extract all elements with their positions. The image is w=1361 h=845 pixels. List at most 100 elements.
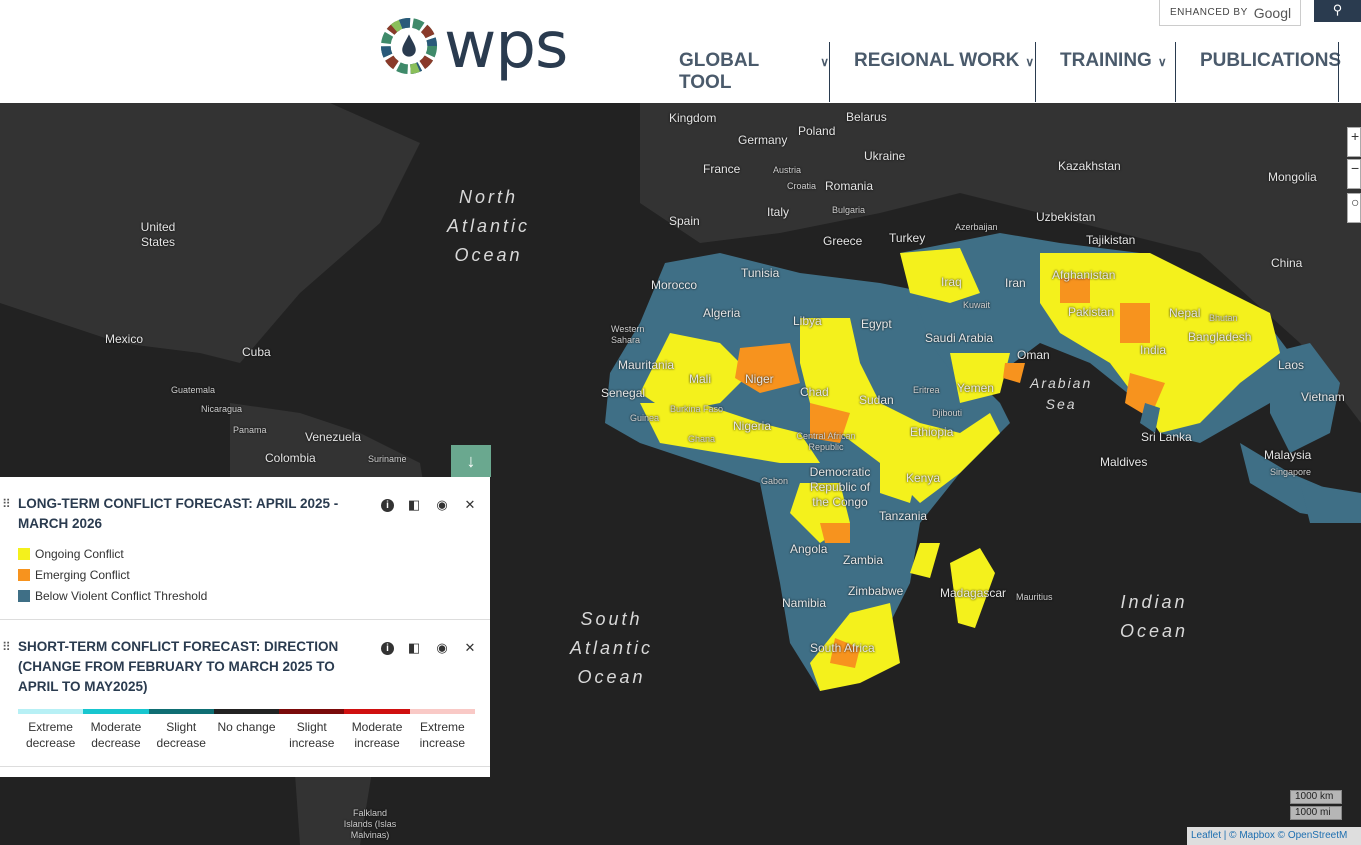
country-label: Maldives	[1100, 455, 1148, 469]
country-label: Kenya	[906, 471, 941, 485]
legend-layer-long-term: ⠿ LONG-TERM CONFLICT FORECAST: APRIL 202…	[0, 477, 490, 620]
country-label: Angola	[790, 542, 828, 556]
country-label: Iran	[1005, 276, 1026, 290]
country-label: Malaysia	[1264, 448, 1312, 462]
nav-label: GLOBAL TOOL	[679, 50, 759, 93]
country-label: Bhutan	[1209, 313, 1238, 323]
country-label: Singapore	[1270, 467, 1312, 477]
opacity-icon[interactable]: ◧	[406, 640, 422, 656]
color-segment	[83, 709, 149, 714]
country-label: Yemen	[957, 381, 994, 395]
collapse-legend-button[interactable]: ↓	[451, 445, 491, 477]
drag-handle-icon[interactable]: ⠿	[2, 641, 11, 653]
nav-global-tool[interactable]: GLOBAL TOOL ∨	[679, 42, 829, 102]
country-label: Guinea	[630, 413, 660, 423]
country-label: Pakistan	[1068, 305, 1115, 319]
country-label: Austria	[773, 165, 802, 175]
color-segment	[148, 709, 214, 714]
close-icon[interactable]: ✕	[462, 640, 478, 656]
country-label: Croatia	[787, 181, 817, 191]
country-label: Sudan	[859, 393, 894, 407]
country-label: Zambia	[843, 553, 884, 567]
country-label: Senegal	[601, 386, 646, 400]
country-label: Egypt	[861, 317, 892, 331]
zoom-in-button[interactable]: +	[1347, 127, 1361, 157]
country-label: Guatemala	[171, 385, 216, 395]
nav-publications[interactable]: PUBLICATIONS	[1176, 42, 1341, 102]
country-label: Romania	[825, 179, 874, 193]
country-label: Ethiopia	[910, 425, 954, 439]
country-label: Gabon	[761, 476, 789, 486]
scale-label: No change	[217, 720, 276, 734]
scale-label: Slight decrease	[156, 720, 206, 750]
search-button[interactable]: ⚲	[1314, 0, 1361, 22]
country-label: India	[1140, 343, 1167, 357]
country-label: Mali	[689, 372, 712, 386]
country-label: Bangladesh	[1188, 330, 1252, 344]
drag-handle-icon[interactable]: ⠿	[2, 498, 11, 510]
ocean-label: Arabian Sea	[1030, 375, 1093, 412]
country-label: Ghana	[688, 434, 716, 444]
direction-color-bar	[18, 709, 475, 714]
scale-label: Moderate decrease	[90, 720, 142, 750]
country-label: Vietnam	[1301, 390, 1345, 404]
country-label: Colombia	[265, 451, 316, 465]
country-label: Greece	[823, 234, 863, 248]
nav-divider	[1338, 42, 1339, 102]
country-label: Namibia	[782, 596, 827, 610]
country-label: United States	[140, 220, 176, 249]
legend-panel: ⠿ LONG-TERM CONFLICT FORECAST: APRIL 202…	[0, 477, 490, 777]
legend-label: Emerging Conflict	[35, 568, 130, 582]
country-label: Laos	[1278, 358, 1305, 372]
zoom-in-label: +	[1351, 128, 1360, 144]
country-label: Nepal	[1169, 306, 1201, 320]
country-label: Madagascar	[940, 586, 1007, 600]
opacity-icon[interactable]: ◧	[406, 497, 422, 513]
country-label: Central African Republic	[796, 431, 856, 452]
eye-icon[interactable]: ◉	[434, 497, 450, 513]
country-label: Tunisia	[741, 266, 780, 280]
country-label: Iraq	[941, 275, 962, 289]
country-label: Kingdom	[669, 111, 717, 125]
color-segment	[344, 709, 410, 714]
chevron-down-icon: ∨	[820, 55, 829, 69]
country-label: Suriname	[368, 454, 407, 464]
locate-button[interactable]: ○	[1347, 193, 1361, 223]
country-label: Oman	[1017, 348, 1050, 362]
legend-item: Emerging Conflict	[18, 568, 130, 582]
legend-label: Ongoing Conflict	[35, 547, 124, 561]
zoom-out-button[interactable]: −	[1347, 159, 1361, 189]
info-icon[interactable]: i	[381, 498, 394, 512]
chevron-down-icon: ∨	[1025, 55, 1035, 69]
locate-icon: ○	[1351, 194, 1360, 210]
scale-km: 1000 km	[1290, 790, 1342, 804]
scale-label: Slight increase	[289, 720, 335, 750]
country-label: Spain	[669, 214, 700, 228]
country-label: China	[1271, 256, 1303, 270]
nav-label: TRAINING	[1060, 50, 1152, 71]
country-label: Poland	[798, 124, 836, 138]
country-label: Djibouti	[932, 408, 963, 418]
country-label: Morocco	[651, 278, 698, 292]
eye-icon[interactable]: ◉	[434, 640, 450, 656]
country-label: Uzbekistan	[1036, 210, 1096, 224]
info-icon[interactable]: i	[381, 641, 394, 655]
nav-training[interactable]: TRAINING ∨	[1036, 42, 1175, 102]
map-attribution[interactable]: Leaflet | © Mapbox © OpenStreetM	[1187, 827, 1361, 845]
legend-item: Below Violent Conflict Threshold	[18, 589, 207, 603]
legend-swatch	[18, 569, 30, 581]
legend-item: Ongoing Conflict	[18, 547, 124, 561]
country-label: Western Sahara	[611, 324, 645, 345]
site-header: wps ENHANCED BY Googl ⚲ GLOBAL TOOL ∨ REG…	[0, 0, 1361, 103]
nav-regional-work[interactable]: REGIONAL WORK ∨	[830, 42, 1035, 102]
wps-logo[interactable]: wps	[380, 14, 568, 78]
close-icon[interactable]: ✕	[462, 497, 478, 513]
legend-swatch	[18, 590, 30, 602]
scale-label: Moderate increase	[351, 720, 403, 750]
country-label: Ukraine	[864, 149, 906, 163]
country-label: Mexico	[105, 332, 144, 346]
ocean-label: Indian Ocean	[1120, 592, 1189, 641]
google-search-box[interactable]: ENHANCED BY Googl	[1159, 0, 1301, 26]
country-label: Nigeria	[733, 419, 772, 433]
country-label: Tajikistan	[1086, 233, 1136, 247]
